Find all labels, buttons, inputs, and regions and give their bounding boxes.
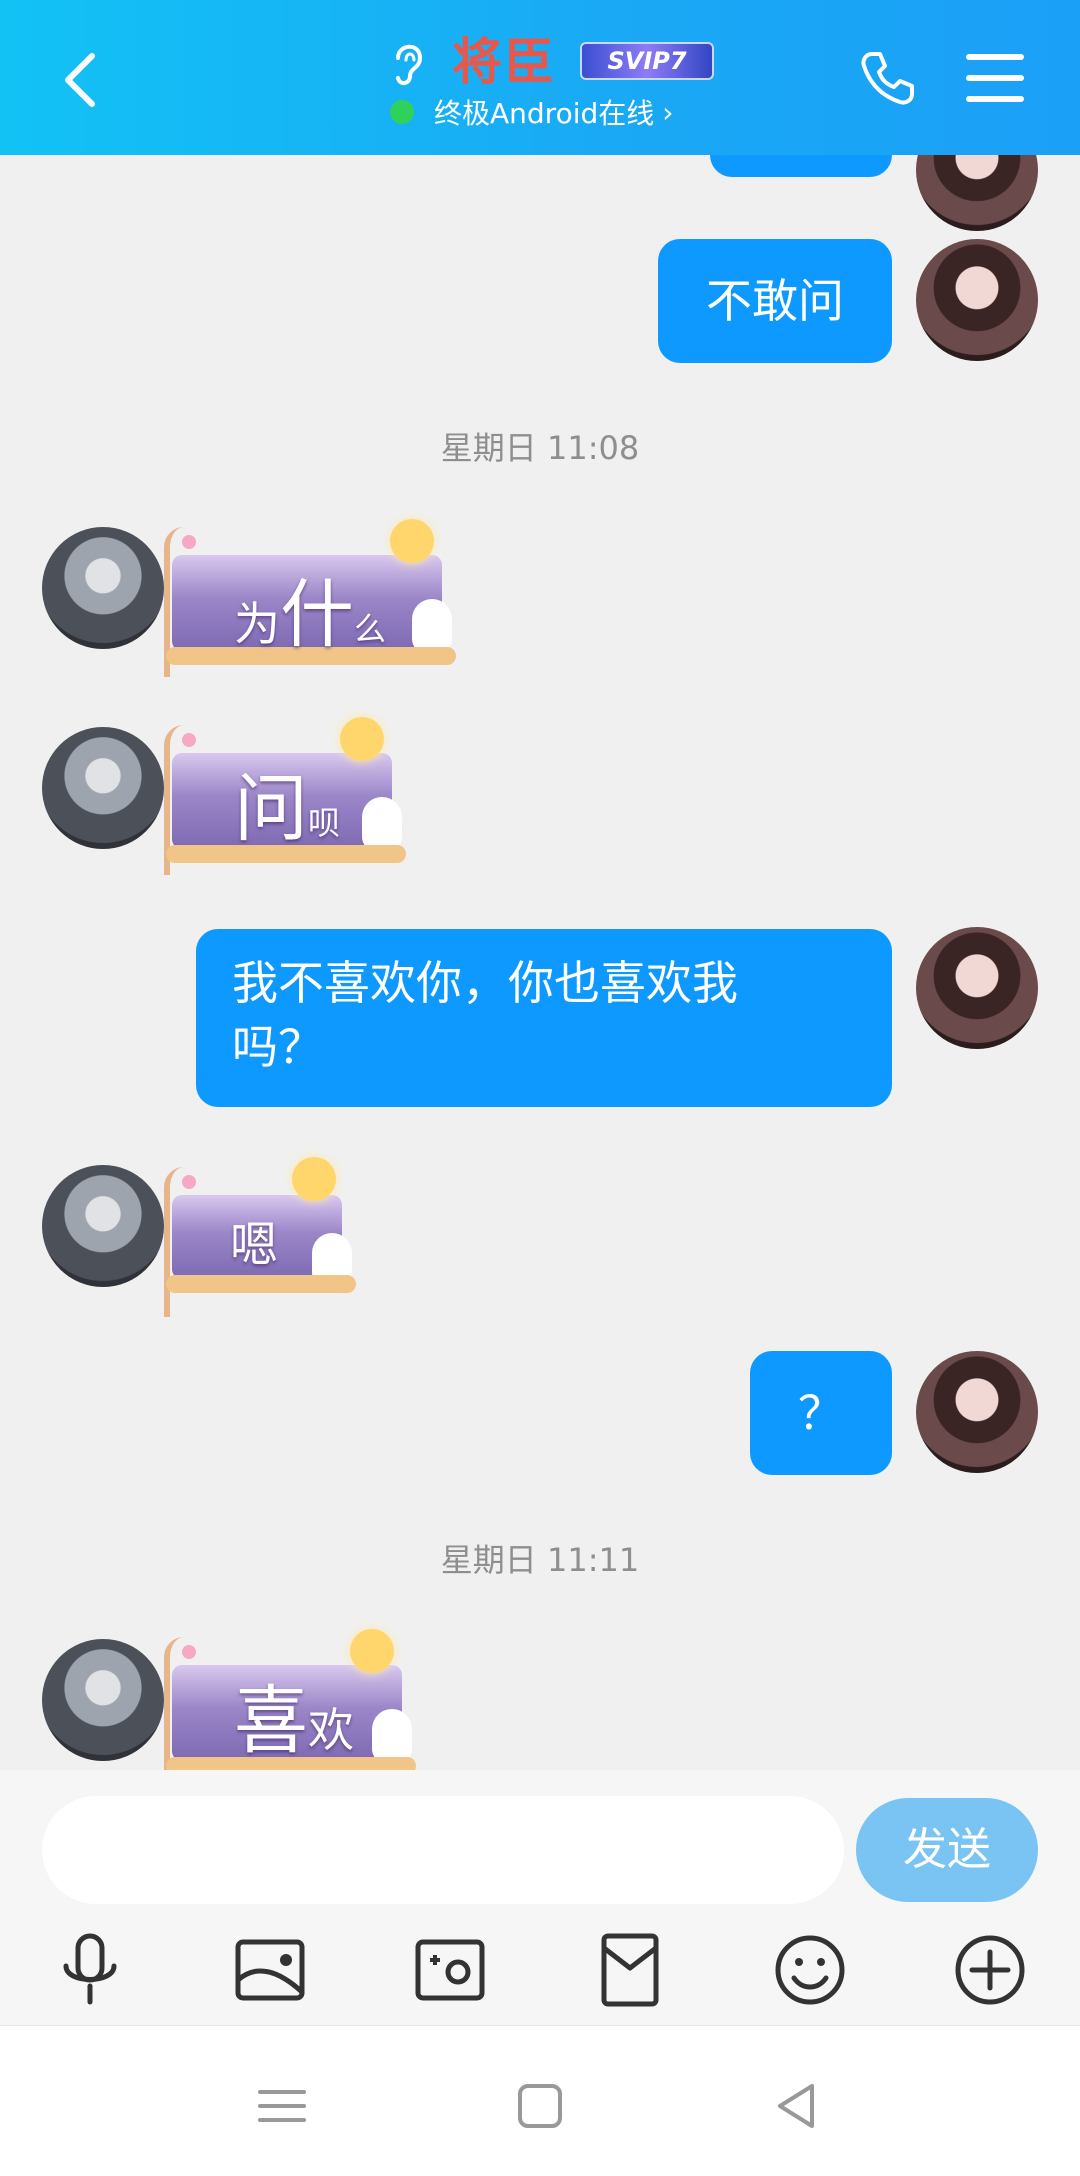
- microphone-icon[interactable]: [50, 1930, 130, 2010]
- moon-decoration: [350, 1629, 394, 1673]
- contact-avatar[interactable]: [42, 727, 164, 849]
- decorated-bubble-received[interactable]: 喜欢: [164, 1629, 416, 1770]
- text-big: 喜: [234, 1678, 308, 1764]
- plus-icon[interactable]: [950, 1930, 1030, 2010]
- my-avatar[interactable]: [916, 239, 1038, 361]
- moon-decoration: [390, 519, 434, 563]
- contact-avatar[interactable]: [42, 1639, 164, 1761]
- text-small: 么: [354, 610, 387, 648]
- branch-decoration: [164, 1167, 210, 1317]
- menu-icon[interactable]: [966, 52, 1024, 104]
- svip-badge[interactable]: SVIP7: [580, 42, 714, 80]
- message-line: 吗？: [232, 1020, 324, 1074]
- camera-icon[interactable]: [410, 1930, 490, 2010]
- flower-decoration: [182, 1645, 196, 1659]
- online-status[interactable]: 终极Android在线 ›: [390, 92, 673, 132]
- flower-decoration: [182, 1175, 196, 1189]
- message-input[interactable]: [42, 1796, 844, 1904]
- flower-decoration: [182, 535, 196, 549]
- menu-nav-icon[interactable]: [252, 2076, 312, 2136]
- online-dot-icon: [390, 100, 414, 124]
- base-decoration: [166, 1275, 356, 1293]
- composer-bar: 发送: [0, 1770, 1080, 2025]
- timestamp: 星期日 11:08: [440, 429, 640, 467]
- ear-icon: [396, 44, 423, 85]
- message-bubble-sent[interactable]: 不敢问: [658, 239, 892, 363]
- phone-icon[interactable]: [858, 48, 918, 108]
- emoji-icon[interactable]: [770, 1930, 850, 2010]
- contact-name[interactable]: 将臣: [452, 22, 556, 94]
- chat-messages[interactable]: 不敢问 星期日 11:08 为什么 问呗 我不喜欢你，你也喜欢我 吗？ 嗯 ？ …: [0, 155, 1080, 1770]
- text-normal: 嗯: [230, 1217, 279, 1273]
- status-text: 终极Android在线: [434, 97, 655, 130]
- my-avatar[interactable]: [916, 155, 1038, 231]
- text-small: 欢: [308, 1703, 354, 1757]
- message-line: 我不喜欢你，你也喜欢我: [232, 956, 738, 1010]
- flower-decoration: [182, 733, 196, 747]
- composer-toolbar: [0, 1930, 1080, 2010]
- back-arrow-icon[interactable]: [58, 50, 108, 110]
- bunny-decoration: [362, 797, 402, 851]
- message-bubble-partial[interactable]: [710, 155, 892, 177]
- text-big: 问: [234, 766, 308, 852]
- text-big: 什: [280, 572, 354, 658]
- message-bubble-sent[interactable]: ？: [750, 1351, 892, 1475]
- home-nav-icon[interactable]: [510, 2076, 570, 2136]
- send-button[interactable]: 发送: [856, 1798, 1038, 1902]
- system-nav-bar: [0, 2025, 1080, 2176]
- message-bubble-sent[interactable]: 我不喜欢你，你也喜欢我 吗？: [196, 929, 892, 1107]
- chevron-right-icon: ›: [662, 95, 674, 129]
- contact-avatar[interactable]: [42, 1165, 164, 1287]
- bunny-decoration: [372, 1709, 412, 1763]
- contact-avatar[interactable]: [42, 527, 164, 649]
- decorated-bubble-received[interactable]: 嗯: [164, 1157, 356, 1317]
- timestamp: 星期日 11:11: [440, 1541, 640, 1579]
- decorated-bubble-received[interactable]: 问呗: [164, 717, 406, 875]
- deco-text: 喜欢: [234, 1661, 354, 1768]
- deco-text: 为什么: [234, 555, 386, 662]
- moon-decoration: [340, 717, 384, 761]
- deco-text: 嗯: [230, 1205, 278, 1275]
- moon-decoration: [292, 1157, 336, 1201]
- decorated-bubble-received[interactable]: 为什么: [164, 519, 456, 677]
- text-large: 为: [234, 597, 280, 651]
- my-avatar[interactable]: [916, 1351, 1038, 1473]
- image-icon[interactable]: [230, 1930, 310, 2010]
- chat-header: 将臣 SVIP7 终极Android在线 ›: [0, 0, 1080, 155]
- back-nav-icon[interactable]: [766, 2076, 826, 2136]
- my-avatar[interactable]: [916, 927, 1038, 1049]
- text-small: 呗: [308, 804, 341, 842]
- deco-text: 问呗: [234, 749, 340, 856]
- red-packet-icon[interactable]: [590, 1930, 670, 2010]
- bunny-decoration: [412, 599, 452, 653]
